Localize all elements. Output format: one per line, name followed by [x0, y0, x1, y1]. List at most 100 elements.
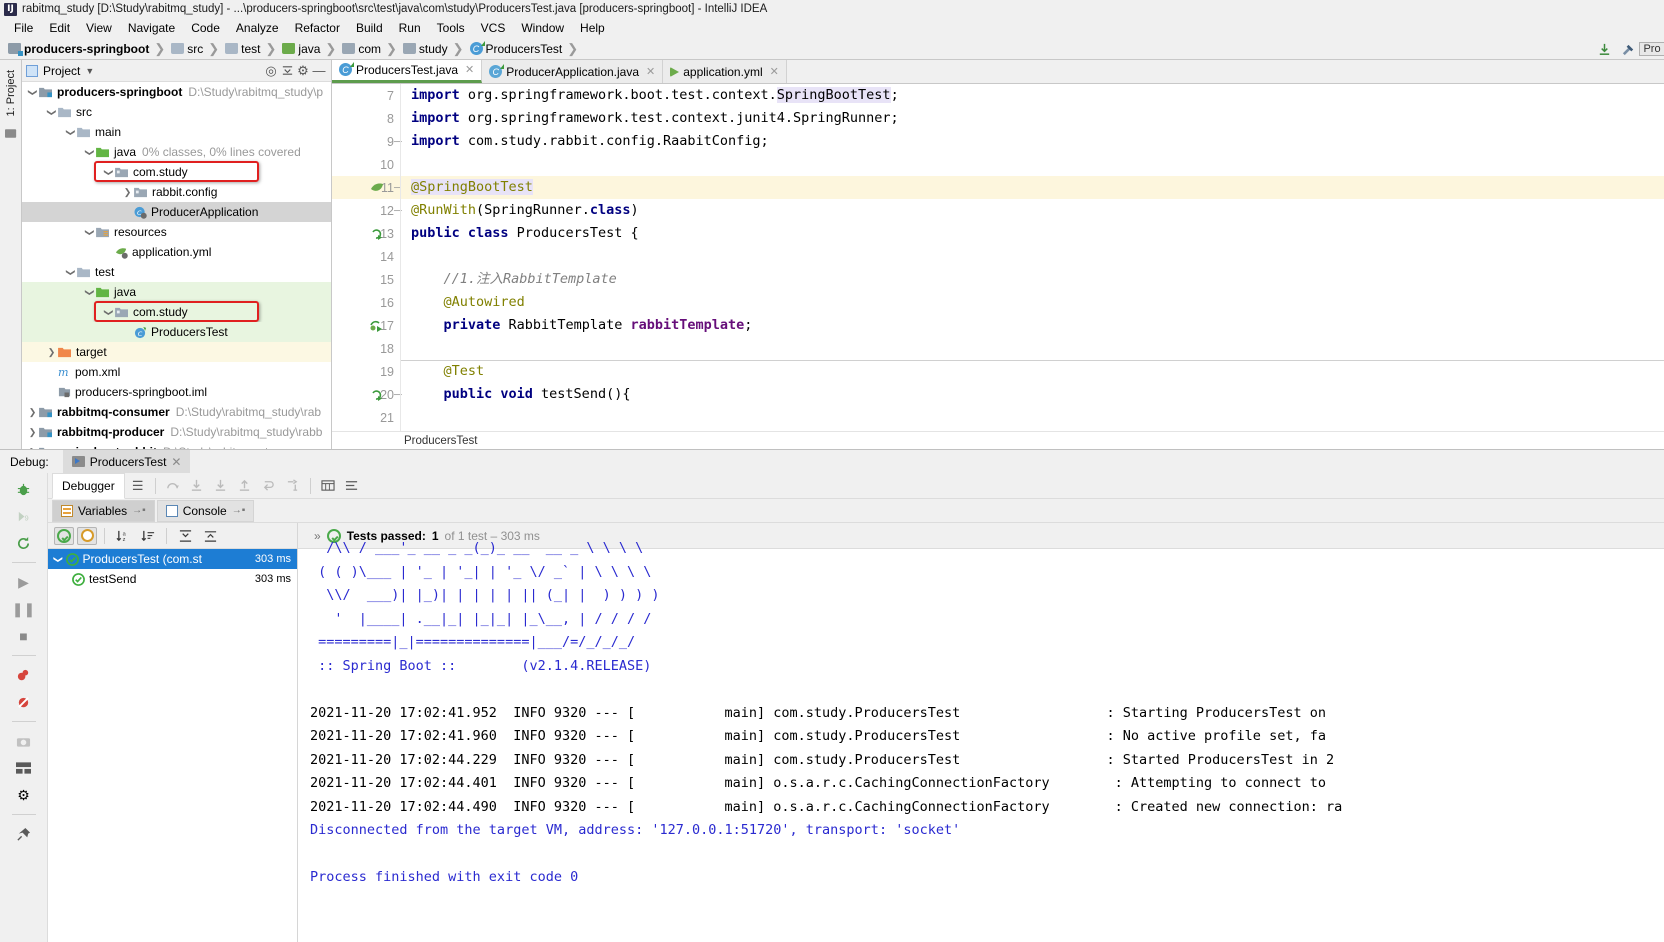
- install-plugin-icon[interactable]: [1596, 41, 1612, 57]
- gutter-line-8[interactable]: 8: [332, 107, 400, 130]
- locate-target-icon[interactable]: ◎: [263, 63, 279, 79]
- code-line-8[interactable]: import org.springframework.test.context.…: [401, 107, 1664, 130]
- console-output[interactable]: » Tests passed: 1 of 1 test – 303 ms /\\…: [298, 523, 1664, 942]
- tree-node-producerstest[interactable]: C ProducersTest: [22, 322, 331, 342]
- menu-item-view[interactable]: View: [78, 19, 120, 37]
- tree-node-test[interactable]: ❯ test: [22, 262, 331, 282]
- project-tree[interactable]: ❯ producers-springboot D:\Study\rabitmq_st…: [22, 82, 331, 449]
- gear-icon[interactable]: ⚙: [13, 785, 35, 805]
- breadcrumb-item-test[interactable]: test ❯: [223, 41, 280, 57]
- breadcrumb-item-com[interactable]: com ❯: [340, 41, 401, 57]
- menu-item-run[interactable]: Run: [391, 19, 429, 37]
- mute-breakpoints-icon[interactable]: [13, 692, 35, 712]
- tests-tree[interactable]: ❯ ProducersTest (com.st 303 ms testSend 303 …: [48, 549, 297, 942]
- gear-icon[interactable]: ⚙: [295, 63, 311, 79]
- code-line-15[interactable]: //1.注入RabbitTemplate: [401, 268, 1664, 291]
- chevron-down-icon[interactable]: ❯: [103, 306, 114, 319]
- collapse-all-icon[interactable]: [279, 63, 295, 79]
- code-line-14[interactable]: [401, 245, 1664, 268]
- chevron-down-icon[interactable]: ▼: [85, 66, 94, 76]
- bug-icon[interactable]: [13, 479, 35, 499]
- sort-by-duration-icon[interactable]: [137, 526, 159, 546]
- chevron-right-icon[interactable]: ❯: [26, 407, 39, 418]
- hide-panel-icon[interactable]: —: [311, 63, 327, 79]
- gutter-line-13[interactable]: 13: [332, 222, 400, 245]
- chevron-down-icon[interactable]: ❯: [84, 146, 95, 159]
- tree-node-producers-springboot[interactable]: ❯ producers-springboot D:\Study\rabitmq_st…: [22, 82, 331, 102]
- code-line-12[interactable]: @RunWith(SpringRunner.class): [401, 199, 1664, 222]
- gutter-line-7[interactable]: 7: [332, 84, 400, 107]
- run-config-icon[interactable]: Pro: [1639, 41, 1664, 57]
- run-to-cursor-icon[interactable]: [282, 476, 304, 496]
- pause-icon[interactable]: ❚❚: [12, 599, 35, 619]
- chevron-down-icon[interactable]: ❯: [84, 226, 95, 239]
- tree-node-target[interactable]: ❯ target: [22, 342, 331, 362]
- step-over-icon[interactable]: [162, 476, 184, 496]
- menu-item-analyze[interactable]: Analyze: [228, 19, 287, 37]
- code-line-21[interactable]: [401, 406, 1664, 429]
- refresh-icon[interactable]: [13, 533, 35, 553]
- menu-item-refactor[interactable]: Refactor: [287, 19, 348, 37]
- tree-node-rabbitmq-consumer[interactable]: ❯ rabbitmq-consumer D:\Study\rabitmq_study…: [22, 402, 331, 422]
- collapse-all-icon[interactable]: [199, 526, 221, 546]
- tree-node-main[interactable]: ❯ main: [22, 122, 331, 142]
- view-breakpoints-icon[interactable]: [13, 665, 35, 685]
- menu-item-tools[interactable]: Tools: [429, 19, 473, 37]
- tree-node-src[interactable]: ❯ src: [22, 102, 331, 122]
- breadcrumb-item-study[interactable]: study ❯: [401, 41, 468, 57]
- frames-list-icon[interactable]: ☰: [127, 476, 149, 496]
- evaluate-expression-icon[interactable]: [317, 476, 339, 496]
- menu-item-edit[interactable]: Edit: [41, 19, 78, 37]
- chevron-down-icon[interactable]: ❯: [65, 126, 76, 139]
- chevron-down-icon[interactable]: ❯: [103, 166, 114, 179]
- test-tree-row[interactable]: ❯ ProducersTest (com.st 303 ms: [48, 549, 297, 569]
- bean-icon[interactable]: [370, 319, 384, 333]
- close-icon[interactable]: ✕: [171, 455, 181, 469]
- drop-frame-icon[interactable]: [258, 476, 280, 496]
- code-line-11[interactable]: @SpringBootTest: [401, 176, 1664, 199]
- breadcrumb-item-src[interactable]: src ❯: [169, 41, 223, 57]
- show-passed-toggle[interactable]: [54, 526, 74, 545]
- gutter-line-20[interactable]: 20 ─: [332, 383, 402, 406]
- subtab-console[interactable]: Console →▪: [156, 499, 255, 522]
- editor-tab-application-yml[interactable]: application.yml ✕: [663, 60, 787, 83]
- spring-leaf-icon[interactable]: [370, 181, 384, 195]
- gutter-line-12[interactable]: 12 ─: [332, 199, 402, 222]
- run-test-icon[interactable]: [370, 227, 384, 241]
- breadcrumb-item-java[interactable]: java ❯: [280, 41, 340, 57]
- layout-icon[interactable]: [13, 758, 35, 778]
- chevron-down-icon[interactable]: ❯: [27, 86, 38, 99]
- tree-node-pom-xml[interactable]: m pom.xml: [22, 362, 331, 382]
- tree-node-producers-springboot-iml[interactable]: producers-springboot.iml: [22, 382, 331, 402]
- breadcrumb-item-producerstest[interactable]: C ProducersTest ❯: [468, 41, 583, 57]
- tree-node-com-study[interactable]: ❯ com.study: [22, 302, 331, 322]
- gutter-line-9[interactable]: 9 ─: [332, 130, 402, 153]
- chevron-right-icon[interactable]: ❯: [45, 347, 58, 358]
- code-line-17[interactable]: private RabbitTemplate rabbitTemplate;: [401, 314, 1664, 337]
- gutter-line-14[interactable]: 14: [332, 245, 400, 268]
- chevron-down-icon[interactable]: ❯: [46, 106, 57, 119]
- menu-item-vcs[interactable]: VCS: [473, 19, 514, 37]
- camera-icon[interactable]: [13, 731, 35, 751]
- show-ignored-toggle[interactable]: [77, 526, 97, 545]
- tool-tab-project[interactable]: 1: Project: [3, 66, 19, 120]
- pin-icon[interactable]: [13, 824, 35, 844]
- code-line-20[interactable]: public void testSend(){: [401, 383, 1664, 406]
- tree-node-java[interactable]: ❯ java 0% classes, 0% lines covered: [22, 142, 331, 162]
- gutter-line-10[interactable]: 10: [332, 153, 400, 176]
- build-hammer-icon[interactable]: [1620, 41, 1636, 57]
- tree-node-application-yml[interactable]: application.yml: [22, 242, 331, 262]
- gutter-line-17[interactable]: 17: [332, 314, 400, 337]
- close-icon[interactable]: ✕: [646, 65, 655, 78]
- code-line-7[interactable]: import org.springframework.boot.test.con…: [401, 84, 1664, 107]
- menu-item-window[interactable]: Window: [513, 19, 572, 37]
- tree-node-java[interactable]: ❯ java: [22, 282, 331, 302]
- editor-tab-producerstest-java[interactable]: C ProducersTest.java ✕: [332, 59, 483, 83]
- expand-all-icon[interactable]: [174, 526, 196, 546]
- close-icon[interactable]: ✕: [465, 63, 474, 76]
- tree-node-springboot-rabbit[interactable]: ❯ springboot-rabbit D:\Study\rabitmq_st: [22, 442, 331, 449]
- tree-node-resources[interactable]: ❯ resources: [22, 222, 331, 242]
- resume-program-icon[interactable]: ▶: [13, 572, 35, 592]
- gutter-line-18[interactable]: 18: [332, 337, 400, 360]
- subtab-variables[interactable]: Variables →▪: [52, 499, 155, 522]
